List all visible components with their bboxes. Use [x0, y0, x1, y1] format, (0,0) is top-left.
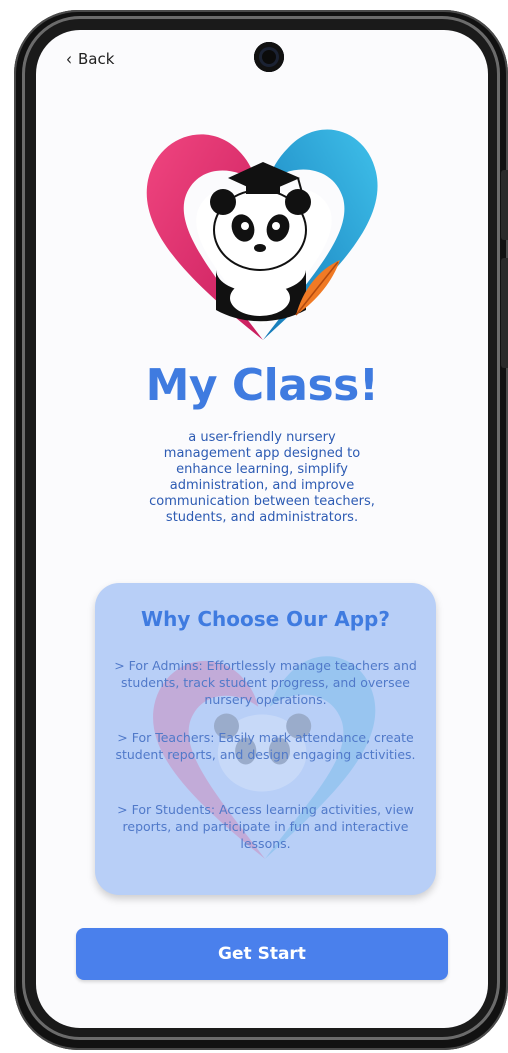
app-screen: ‹ Back My Class! a user-friendly nursery… — [36, 30, 488, 1028]
feature-item-students: > For Students: Access learning activiti… — [117, 802, 414, 851]
app-title: My Class! — [145, 360, 379, 411]
back-button[interactable]: ‹ Back — [66, 48, 115, 70]
feature-item-admins: > For Admins: Effortlessly manage teache… — [114, 658, 417, 707]
side-button-top — [501, 170, 508, 240]
features-card-title: Why Choose Our App? — [141, 607, 390, 631]
feature-item-teachers: > For Teachers: Easily mark attendance, … — [115, 730, 416, 762]
features-card: Why Choose Our App? > For Admins: Effort… — [95, 583, 436, 895]
side-button-bottom — [501, 258, 508, 368]
front-camera-icon — [254, 42, 284, 72]
stage: ‹ Back My Class! a user-friendly nursery… — [0, 0, 508, 1053]
chevron-left-icon: ‹ — [66, 48, 72, 70]
back-label: Back — [78, 50, 115, 68]
panda-heart-logo-icon — [146, 129, 378, 340]
app-description: a user-friendly nursery management app d… — [149, 430, 375, 525]
get-start-button[interactable]: Get Start — [76, 928, 448, 980]
